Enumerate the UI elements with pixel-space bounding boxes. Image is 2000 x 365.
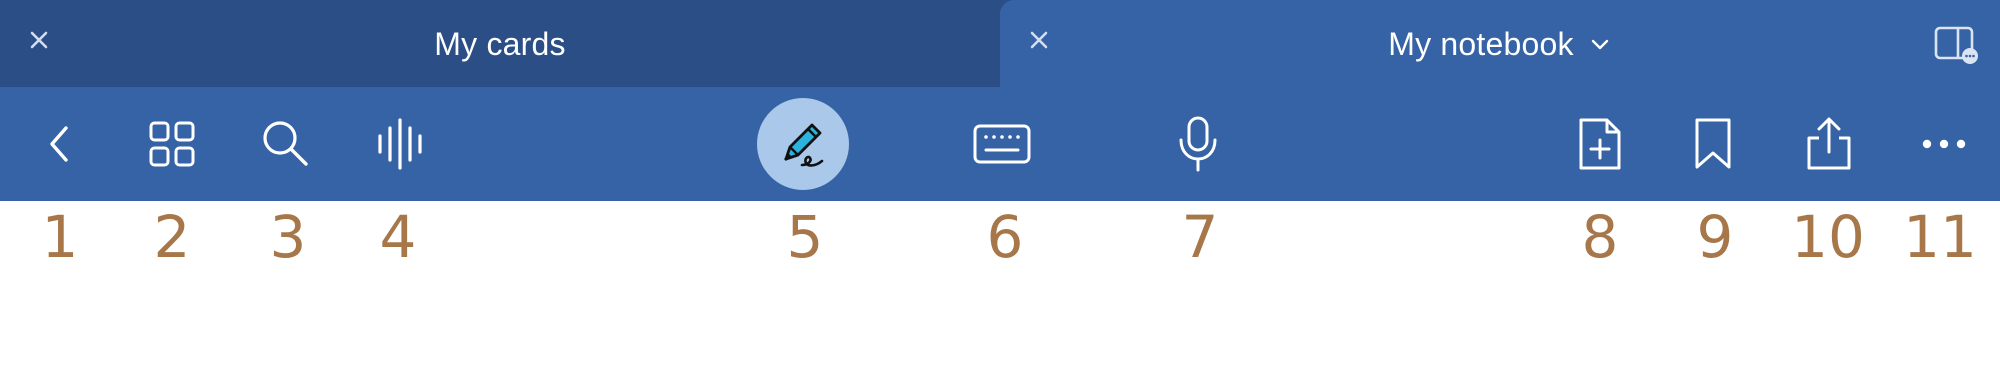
tab-title: My notebook: [1000, 24, 2000, 64]
label-8: 8: [1581, 203, 1619, 271]
label-9: 9: [1696, 203, 1734, 271]
pages-grid-button[interactable]: [142, 87, 202, 201]
pen-icon: [784, 123, 824, 167]
label-1: 1: [41, 203, 79, 271]
share-icon: [1807, 117, 1851, 170]
bookmark-icon: [1695, 118, 1731, 169]
add-page-icon: [1579, 118, 1621, 170]
label-11: 11: [1903, 203, 1977, 271]
tab-my-notebook[interactable]: My notebook: [1000, 0, 2000, 87]
share-button[interactable]: [1800, 87, 1858, 201]
search-icon: [263, 121, 308, 166]
tab-title-text: My cards: [434, 26, 566, 62]
tab-bar: My cards My notebook: [0, 0, 2000, 87]
button-number-labels: 1 2 3 4 5 6 7 8 9 10 11: [0, 201, 2000, 271]
microphone-icon: [1179, 116, 1217, 172]
keyboard-icon: [973, 124, 1031, 164]
more-options-button[interactable]: [1916, 87, 1972, 201]
label-7: 7: [1181, 203, 1219, 271]
pen-tool-button[interactable]: [757, 87, 849, 201]
dictation-button[interactable]: [1170, 87, 1226, 201]
pen-selected-highlight: [757, 98, 849, 190]
grid-icon: [149, 121, 195, 167]
bookmark-button[interactable]: [1688, 87, 1738, 201]
chevron-down-icon: [1591, 39, 1608, 50]
more-icon: [1922, 139, 1966, 149]
back-button[interactable]: [34, 87, 84, 201]
label-10: 10: [1791, 203, 1865, 271]
back-icon: [50, 126, 68, 162]
keyboard-button[interactable]: [970, 87, 1034, 201]
tab-title-text: My notebook: [1388, 26, 1574, 62]
tab-my-cards[interactable]: My cards: [0, 0, 1000, 87]
audio-waveform-icon: [378, 118, 422, 170]
search-button[interactable]: [256, 87, 316, 201]
notebook-switcher[interactable]: My notebook: [1388, 24, 1611, 64]
toolbar: [0, 87, 2000, 201]
audio-button[interactable]: [370, 87, 430, 201]
label-4: 4: [379, 203, 417, 271]
tab-title: My cards: [0, 24, 1000, 64]
label-6: 6: [986, 203, 1024, 271]
add-page-button[interactable]: [1572, 87, 1628, 201]
label-3: 3: [269, 203, 307, 271]
label-5: 5: [786, 203, 824, 271]
split-view-icon[interactable]: [1934, 22, 1980, 66]
label-2: 2: [153, 203, 191, 271]
